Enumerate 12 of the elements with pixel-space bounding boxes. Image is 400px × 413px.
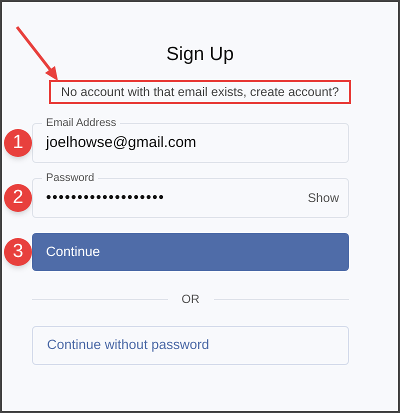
arrow-drawing: [16, 26, 58, 81]
form-title: Sign Up: [166, 43, 234, 67]
divider-label: OR: [180, 291, 200, 308]
step-number-badge: 1: [4, 129, 32, 157]
highlighted-message: No account with that email exists, create account?: [49, 80, 351, 104]
step-number-badge: 2: [4, 184, 32, 212]
continue-button[interactable]: Continue: [32, 233, 349, 271]
field-value: •••••••••••••••••••: [46, 188, 166, 208]
continue-without-password-button[interactable]: Continue without password: [32, 326, 349, 365]
show-password-toggle[interactable]: Show: [308, 188, 339, 208]
field-value: joelhowse@gmail.com: [46, 132, 198, 153]
step-number-badge: 3: [4, 238, 32, 266]
